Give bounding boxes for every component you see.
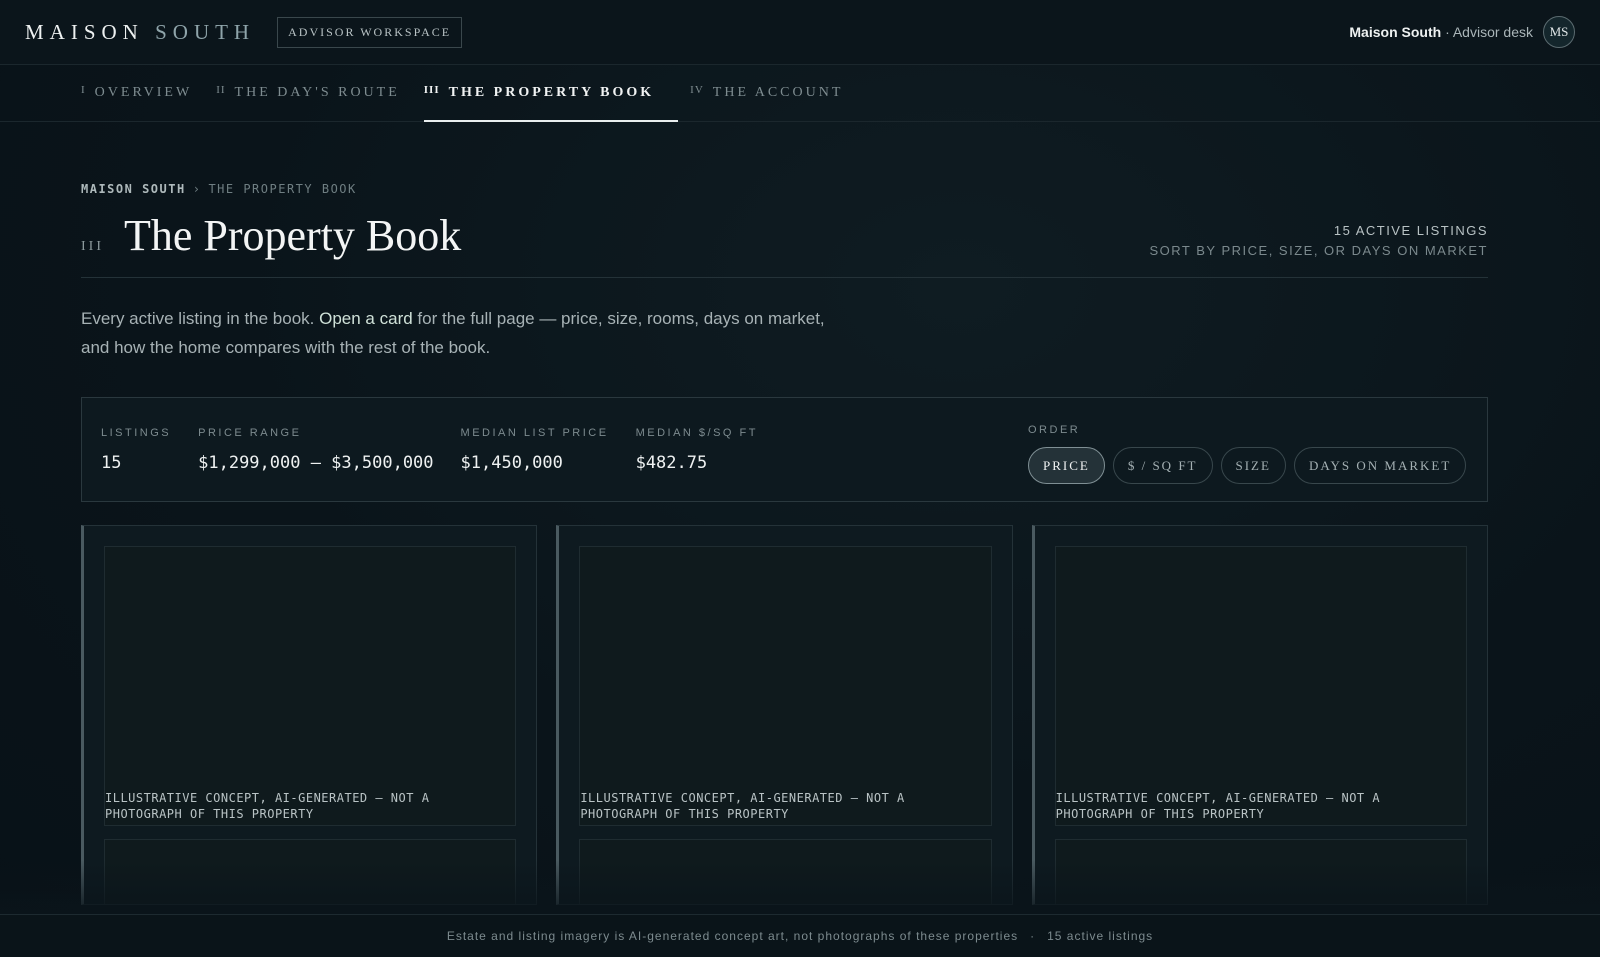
tab-numeral: I <box>81 84 86 96</box>
page-header: III The Property Book 15 ACTIVE LISTINGS… <box>81 210 1488 278</box>
top-bar: MAISON SOUTH ADVISOR WORKSPACE Maison So… <box>0 0 1600 65</box>
listing-meta: 15 ACTIVE LISTINGS SORT BY PRICE, SIZE, … <box>1150 221 1489 261</box>
intro-text-a: Every active listing in the book. <box>81 309 320 328</box>
main-content: MAISON SOUTH › THE PROPERTY BOOK III The P… <box>0 122 1600 905</box>
order-price-button[interactable]: PRICE <box>1028 447 1105 484</box>
order-size-button[interactable]: SIZE <box>1220 447 1286 484</box>
stat-value: 15 <box>101 452 122 473</box>
breadcrumb-current: THE PROPERTY BOOK <box>208 182 357 196</box>
image-caption: ILLUSTRATIVE CONCEPT, AI-GENERATED — NOT… <box>1055 791 1381 821</box>
workspace-badge: ADVISOR WORKSPACE <box>277 16 463 48</box>
footer-note: Estate and listing imagery is AI-generat… <box>446 929 1019 943</box>
listing-image: ILLUSTRATIVE CONCEPT, AI-GENERATED — NOT… <box>104 546 517 826</box>
tab-label: THE PROPERTY BOOK <box>448 85 655 100</box>
stat-median-psf: MEDIAN $/SQ FT $482.75 <box>636 427 758 473</box>
tab-label: THE ACCOUNT <box>712 85 844 100</box>
order-options: PRICE $ / SQ FT SIZE DAYS ON MARKET <box>1028 447 1467 484</box>
stat-value: $482.75 <box>635 452 708 473</box>
brand: MAISON SOUTH ADVISOR WORKSPACE <box>25 16 463 48</box>
scroll-fade <box>0 860 1600 915</box>
intro-text: Every active listing in the book. Open a… <box>81 304 841 362</box>
stat-label: MEDIAN LIST PRICE <box>460 426 609 439</box>
listing-card[interactable]: ILLUSTRATIVE CONCEPT, AI-GENERATED — NOT… <box>81 525 538 905</box>
order-label: ORDER <box>1028 424 1081 436</box>
stat-median-price: MEDIAN LIST PRICE $1,450,000 <box>461 427 609 473</box>
section-tabs: I OVERVIEW II THE DAY'S ROUTE III THE PR… <box>0 65 1600 122</box>
logo[interactable]: MAISON SOUTH <box>25 20 255 45</box>
listing-card[interactable]: ILLUSTRATIVE CONCEPT, AI-GENERATED — NOT… <box>556 525 1013 905</box>
breadcrumb-root[interactable]: MAISON SOUTH <box>81 182 186 196</box>
tab-overview[interactable]: I OVERVIEW <box>81 65 204 121</box>
image-caption: ILLUSTRATIVE CONCEPT, AI-GENERATED — NOT… <box>105 791 430 821</box>
open-card-link[interactable]: Open a card <box>319 309 413 328</box>
logo-maison: MAISON <box>25 19 144 44</box>
tab-days-route[interactable]: II THE DAY'S ROUTE <box>216 65 412 121</box>
footer-count: 15 active listings <box>1047 929 1154 943</box>
breadcrumb: MAISON SOUTH › THE PROPERTY BOOK <box>81 182 1488 196</box>
stat-label: MEDIAN $/SQ FT <box>635 426 758 439</box>
order-price-per-sqft-button[interactable]: $ / SQ FT <box>1112 447 1213 484</box>
page-numeral: III <box>81 239 104 254</box>
sort-hint: SORT BY PRICE, SIZE, OR DAYS ON MARKET <box>1149 243 1488 258</box>
active-listings-count: 15 ACTIVE LISTINGS <box>1333 223 1488 238</box>
summary-stats: LISTINGS 15 PRICE RANGE $1,299,000 – $3,… <box>81 397 1488 502</box>
breadcrumb-separator: › <box>192 182 202 196</box>
page-title-group: III The Property Book <box>81 210 461 261</box>
tab-label: THE DAY'S ROUTE <box>234 85 400 100</box>
account-name: Maison South <box>1349 24 1442 40</box>
listing-card[interactable]: ILLUSTRATIVE CONCEPT, AI-GENERATED — NOT… <box>1031 525 1488 905</box>
account-label: Maison South · Advisor desk <box>1349 24 1533 40</box>
footer: Estate and listing imagery is AI-generat… <box>0 914 1600 957</box>
logo-south: SOUTH <box>155 19 256 44</box>
stat-label: LISTINGS <box>101 426 172 439</box>
listing-image: ILLUSTRATIVE CONCEPT, AI-GENERATED — NOT… <box>1054 546 1467 826</box>
account-menu[interactable]: Maison South · Advisor desk MS <box>1349 16 1575 48</box>
stat-listings: LISTINGS 15 <box>101 427 171 473</box>
account-role: · Advisor desk <box>1445 24 1533 40</box>
stat-value: $1,450,000 <box>460 452 563 473</box>
listing-image: ILLUSTRATIVE CONCEPT, AI-GENERATED — NOT… <box>579 546 992 826</box>
tab-label: OVERVIEW <box>94 85 193 100</box>
tab-numeral: III <box>423 84 440 96</box>
tab-numeral: II <box>216 84 226 96</box>
stat-price-range: PRICE RANGE $1,299,000 – $3,500,000 <box>198 427 433 473</box>
stat-value: $1,299,000 – $3,500,000 <box>198 452 434 473</box>
avatar[interactable]: MS <box>1543 16 1575 48</box>
tab-property-book[interactable]: III THE PROPERTY BOOK <box>423 65 679 122</box>
page-title: The Property Book <box>124 211 462 260</box>
tab-numeral: IV <box>690 84 704 96</box>
tab-account[interactable]: IV THE ACCOUNT <box>690 65 855 121</box>
stat-label: PRICE RANGE <box>198 426 302 439</box>
order-days-on-market-button[interactable]: DAYS ON MARKET <box>1293 447 1467 484</box>
order-control: ORDER PRICE $ / SQ FT SIZE DAYS ON MARKE… <box>1028 424 1467 484</box>
image-caption: ILLUSTRATIVE CONCEPT, AI-GENERATED — NOT… <box>580 791 905 821</box>
listing-cards: ILLUSTRATIVE CONCEPT, AI-GENERATED — NOT… <box>81 525 1488 905</box>
footer-dot: · <box>1030 929 1036 943</box>
